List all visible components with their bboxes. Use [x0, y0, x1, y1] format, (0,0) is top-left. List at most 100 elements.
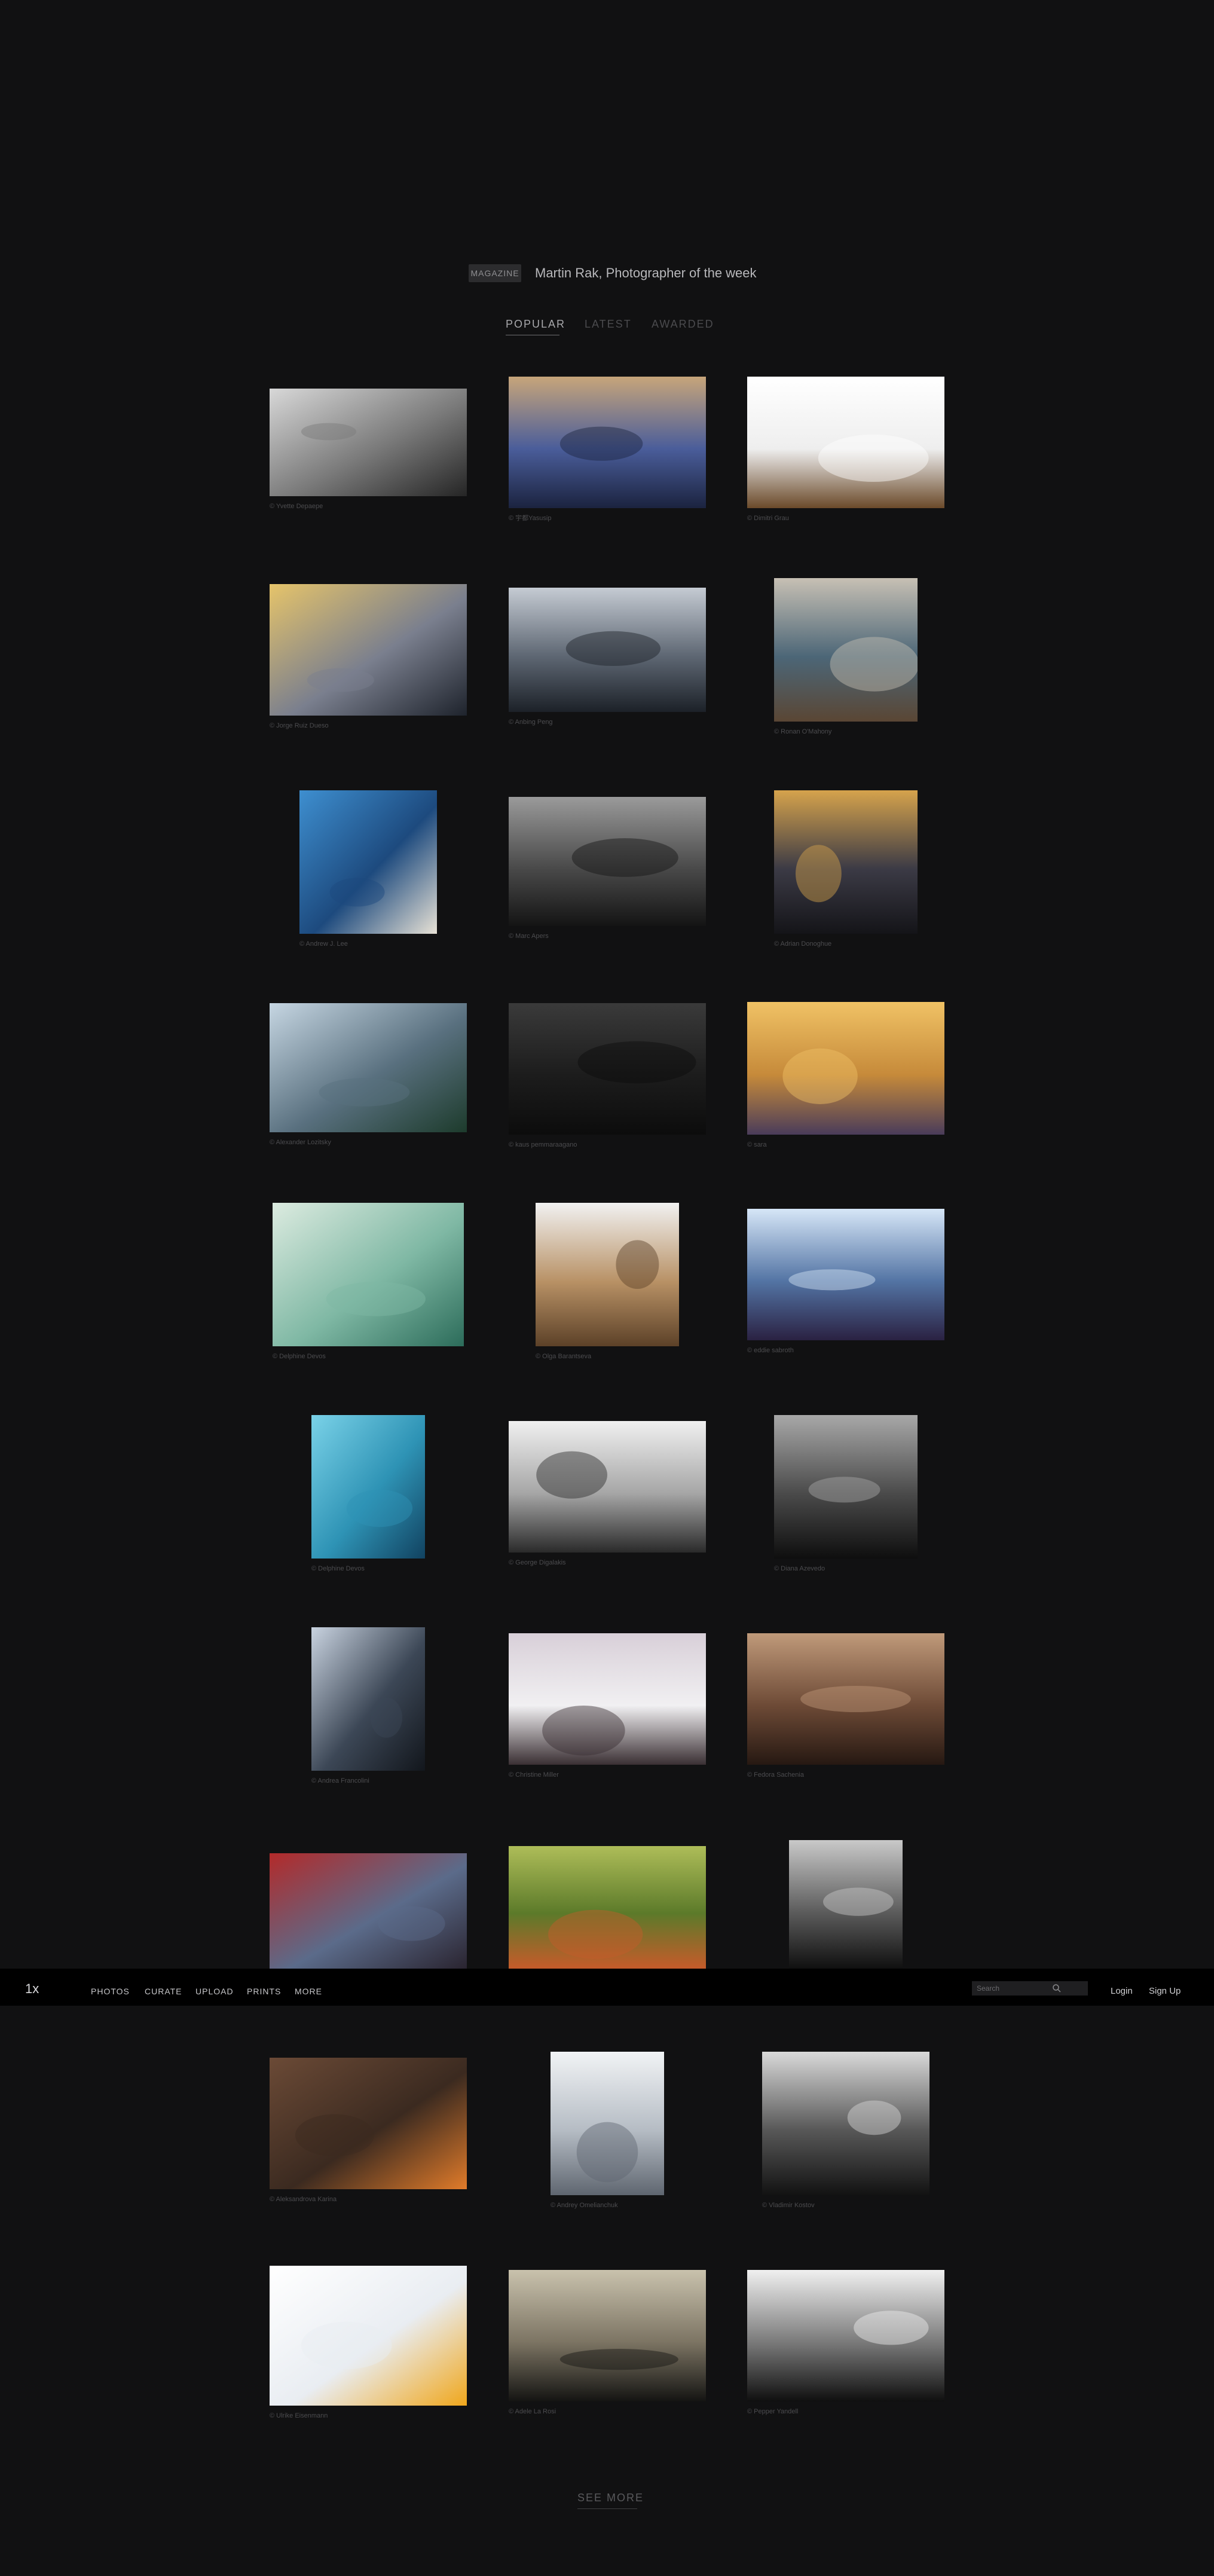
- photo-credit[interactable]: © Ronan O'Mahony: [774, 728, 831, 736]
- tab-latest[interactable]: LATEST: [585, 317, 632, 331]
- photo-image: [747, 377, 944, 508]
- photo-image: [551, 2052, 664, 2195]
- photo-credit[interactable]: © Marc Apers: [509, 932, 549, 940]
- photo-credit[interactable]: © eddie sabroth: [747, 1346, 794, 1355]
- photo-credit[interactable]: © Adrian Donoghue: [774, 940, 831, 948]
- photo-tile[interactable]: [747, 2270, 944, 2401]
- photo-image: [509, 797, 706, 926]
- photo-tile[interactable]: [299, 790, 437, 934]
- tab-awarded[interactable]: AWARDED: [652, 317, 714, 331]
- photo-image: [774, 578, 918, 722]
- photo-credit[interactable]: © Yvette Depaepe: [270, 502, 323, 511]
- photo-image: [762, 2052, 929, 2195]
- photo-tile[interactable]: [509, 1633, 706, 1765]
- photo-image: [273, 1203, 464, 1346]
- photo-credit[interactable]: © 宇都Yasusip: [509, 514, 551, 522]
- photo-credit[interactable]: © Delphine Devos: [311, 1564, 365, 1573]
- photo-image: [270, 2266, 467, 2406]
- photo-credit[interactable]: © Olga Barantseva: [536, 1352, 591, 1361]
- nav-upload[interactable]: UPLOAD: [195, 1986, 234, 1997]
- photo-tile[interactable]: [747, 1209, 944, 1340]
- photo-credit[interactable]: © Pepper Yandell: [747, 2407, 798, 2416]
- photo-image: [270, 1003, 467, 1132]
- photo-tile[interactable]: [789, 1840, 903, 1969]
- photo-credit[interactable]: © George Digalakis: [509, 1559, 566, 1567]
- photo-credit[interactable]: © Andrew J. Lee: [299, 940, 348, 948]
- photo-credit[interactable]: © Dimitri Grau: [747, 514, 789, 522]
- photo-image: [270, 584, 467, 716]
- photo-tile[interactable]: [509, 1421, 706, 1553]
- photo-image: [509, 1633, 706, 1765]
- see-more-underline: [577, 2508, 637, 2509]
- photo-image: [509, 588, 706, 712]
- photo-credit[interactable]: © Christine Miller: [509, 1771, 559, 1779]
- photo-credit[interactable]: © Delphine Devos: [273, 1352, 326, 1361]
- tab-popular[interactable]: POPULAR: [506, 317, 565, 331]
- nav-curate[interactable]: CURATE: [145, 1986, 182, 1997]
- photo-tile[interactable]: [311, 1415, 425, 1559]
- photo-image: [509, 377, 706, 508]
- photo-tile[interactable]: [270, 2058, 467, 2189]
- photo-credit[interactable]: © Vladimir Kostov: [762, 2201, 815, 2210]
- search-icon[interactable]: [1052, 1984, 1062, 1993]
- nav-more[interactable]: MORE: [295, 1986, 322, 1997]
- photo-credit[interactable]: © Andrea Francolini: [311, 1777, 369, 1785]
- photo-credit[interactable]: © Diana Azevedo: [774, 1564, 825, 1573]
- photo-tile[interactable]: [509, 1846, 706, 1969]
- photo-credit[interactable]: © Alexander Lozitsky: [270, 1138, 331, 1147]
- logo-mark[interactable]: 1x: [24, 1979, 48, 1997]
- photo-credit[interactable]: © Ulrike Eisenmann: [270, 2412, 328, 2420]
- photo-image: [774, 790, 918, 934]
- photo-tile[interactable]: [536, 1203, 679, 1346]
- photo-tile[interactable]: [509, 1003, 706, 1135]
- photo-tile[interactable]: [270, 2266, 467, 2406]
- photo-image: [509, 1846, 706, 1969]
- photo-tile[interactable]: [509, 797, 706, 926]
- photo-image: [747, 1633, 944, 1765]
- photo-tile[interactable]: [270, 1003, 467, 1132]
- photo-tile[interactable]: [509, 2270, 706, 2401]
- photo-tile[interactable]: [774, 578, 918, 722]
- photo-image: [509, 1421, 706, 1553]
- photo-credit[interactable]: © Adele La Rosi: [509, 2407, 556, 2416]
- nav-prints[interactable]: PRINTS: [247, 1986, 281, 1997]
- photo-tile[interactable]: [270, 1853, 467, 1969]
- photo-credit[interactable]: © Anbing Peng: [509, 718, 553, 726]
- nav-photos[interactable]: PHOTOS: [91, 1986, 130, 1997]
- photo-image: [747, 1209, 944, 1340]
- photo-tile[interactable]: [747, 377, 944, 508]
- photo-tile[interactable]: [311, 1627, 425, 1771]
- photo-tile[interactable]: [774, 790, 918, 934]
- photo-image: [789, 1840, 903, 1969]
- photo-credit[interactable]: © Andrey Omelianchuk: [551, 2201, 618, 2210]
- photo-credit[interactable]: © Fedora Sachenia: [747, 1771, 804, 1779]
- photo-tile[interactable]: [270, 584, 467, 716]
- see-more-button[interactable]: SEE MORE: [577, 2491, 644, 2505]
- magazine-badge[interactable]: MAGAZINE: [469, 264, 521, 282]
- photo-tile[interactable]: [762, 2052, 929, 2195]
- photo-tile[interactable]: [747, 1633, 944, 1765]
- photo-tile[interactable]: [774, 1415, 918, 1559]
- photo-credit[interactable]: © sara: [747, 1141, 767, 1149]
- photo-tile[interactable]: [509, 377, 706, 508]
- photo-tile[interactable]: [551, 2052, 664, 2195]
- photo-image: [509, 1003, 706, 1135]
- photo-tile[interactable]: [273, 1203, 464, 1346]
- photo-image: [509, 2270, 706, 2401]
- search-input[interactable]: [972, 1981, 1088, 1996]
- logo-icon: 1x: [25, 1981, 39, 1996]
- photo-image: [536, 1203, 679, 1346]
- photo-image: [270, 2058, 467, 2189]
- photo-tile[interactable]: [747, 1002, 944, 1135]
- photo-tile[interactable]: [270, 389, 467, 496]
- photo-tile[interactable]: [509, 588, 706, 712]
- login-link[interactable]: Login: [1111, 1986, 1133, 1997]
- signup-link[interactable]: Sign Up: [1149, 1986, 1181, 1997]
- photo-image: [270, 1853, 467, 1969]
- photo-credit[interactable]: © Aleksandrova Karina: [270, 2195, 337, 2204]
- photo-image: [747, 2270, 944, 2401]
- magazine-title-link[interactable]: Martin Rak, Photographer of the week: [535, 263, 757, 283]
- photo-credit[interactable]: © Jorge Ruiz Dueso: [270, 722, 329, 730]
- photo-image: [311, 1627, 425, 1771]
- photo-credit[interactable]: © kaus pemmaraagano: [509, 1141, 577, 1149]
